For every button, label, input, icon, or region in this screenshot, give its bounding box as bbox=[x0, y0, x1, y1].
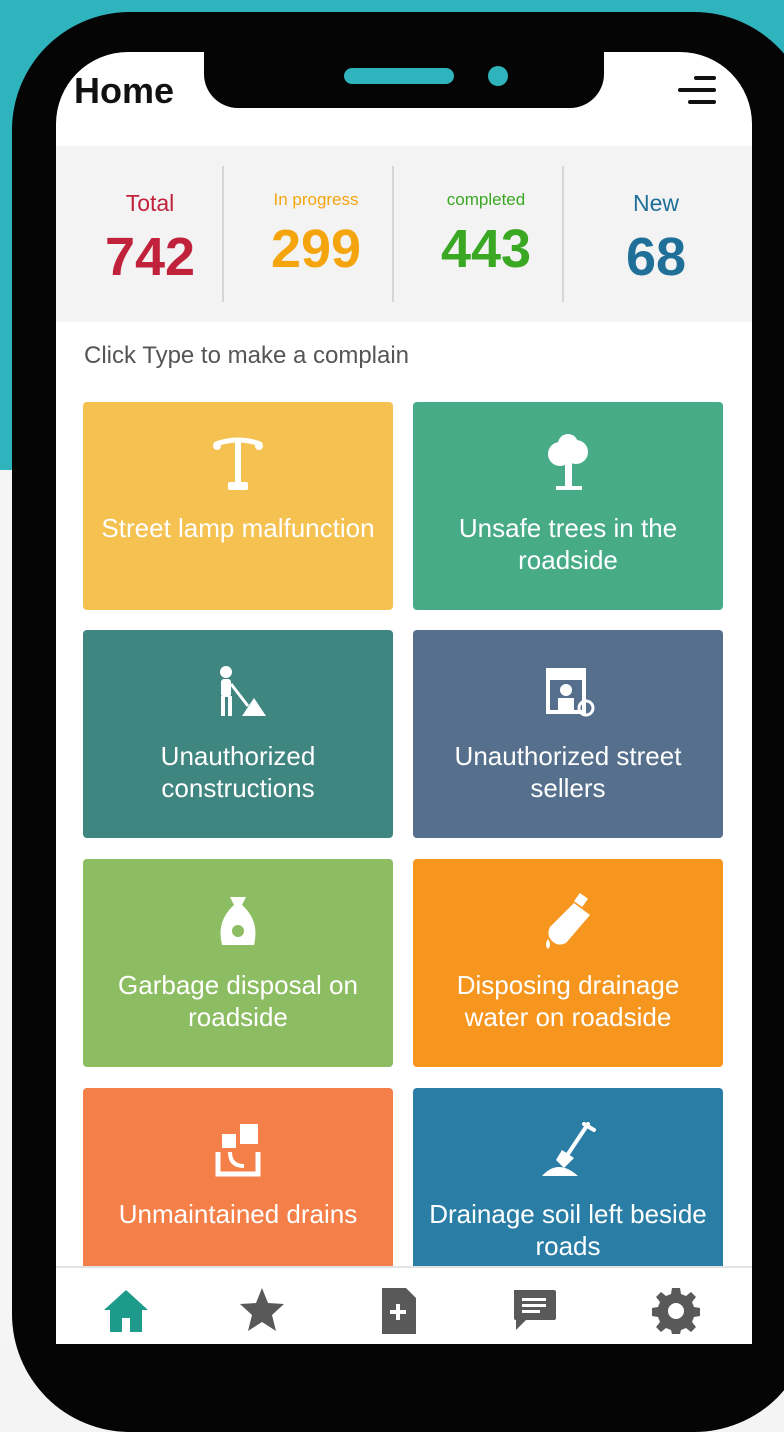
street-seller-icon bbox=[546, 668, 595, 717]
complaint-prompt: Click Type to make a complain bbox=[84, 342, 410, 369]
tile-unsafe-trees[interactable]: Unsafe trees in the roadside bbox=[413, 402, 723, 610]
app-screen: Home Total 742 In progress 299 completed… bbox=[56, 52, 752, 1344]
tile-label: Garbage disposal on roadside bbox=[118, 970, 358, 1032]
tile-label: Unsafe trees in the roadside bbox=[458, 513, 678, 575]
tile-drainage-water[interactable]: Disposing drainage water on roadside bbox=[413, 859, 723, 1067]
tile-drainage-soil[interactable]: Drainage soil left beside roads bbox=[413, 1088, 723, 1296]
stats-panel: Total 742 In progress 299 completed 443 … bbox=[56, 146, 752, 322]
tile-garbage-disposal[interactable]: Garbage disposal on roadside bbox=[83, 859, 393, 1067]
stat-divider bbox=[222, 166, 224, 302]
construction-worker-icon bbox=[220, 666, 266, 716]
street-lamp-icon bbox=[213, 437, 263, 490]
nav-home[interactable] bbox=[96, 1284, 156, 1344]
nav-messages[interactable] bbox=[504, 1284, 564, 1344]
stat-in-progress-value: 299 bbox=[270, 219, 362, 279]
stat-in-progress: In progress 299 bbox=[236, 146, 396, 322]
tile-label: Disposing drainage water on roadside bbox=[456, 970, 680, 1032]
chat-icon bbox=[514, 1290, 556, 1330]
phone-notch bbox=[204, 52, 604, 108]
stat-new: New 68 bbox=[576, 146, 736, 322]
speaker-grille bbox=[344, 68, 454, 84]
front-camera bbox=[488, 66, 508, 86]
bottle-drop-icon bbox=[546, 893, 590, 949]
garbage-bag-icon bbox=[220, 897, 256, 945]
stat-new-label: New bbox=[632, 190, 679, 216]
tile-unauthorized-constructions[interactable]: Unauthorized constructions bbox=[83, 630, 393, 838]
stat-new-value: 68 bbox=[625, 227, 687, 287]
tile-label: Street lamp malfunction bbox=[101, 513, 375, 543]
star-icon bbox=[240, 1288, 284, 1331]
stat-completed-value: 443 bbox=[440, 219, 532, 279]
nav-new-complaint[interactable] bbox=[368, 1284, 428, 1344]
stat-completed: completed 443 bbox=[406, 146, 566, 322]
tile-street-lamp[interactable]: Street lamp malfunction bbox=[83, 402, 393, 610]
tile-label: Unmaintained drains bbox=[118, 1199, 358, 1229]
tile-label: Unauthorized constructions bbox=[160, 741, 316, 803]
nav-settings[interactable] bbox=[646, 1284, 706, 1344]
nav-favorites[interactable] bbox=[232, 1284, 292, 1344]
tile-street-sellers[interactable]: Unauthorized street sellers bbox=[413, 630, 723, 838]
bottom-nav-bar bbox=[56, 1266, 752, 1344]
tree-icon bbox=[548, 434, 588, 490]
add-document-icon bbox=[382, 1288, 416, 1334]
stat-divider bbox=[392, 166, 394, 302]
tile-unmaintained-drains[interactable]: Unmaintained drains bbox=[83, 1088, 393, 1296]
stat-total: Total 742 bbox=[70, 146, 230, 322]
shovel-soil-icon bbox=[542, 1122, 596, 1176]
menu-icon[interactable] bbox=[676, 72, 716, 108]
gear-icon bbox=[652, 1288, 700, 1334]
tile-label: Drainage soil left beside roads bbox=[429, 1199, 707, 1261]
stat-completed-label: completed bbox=[446, 190, 526, 209]
stat-total-value: 742 bbox=[104, 227, 196, 287]
stat-divider bbox=[562, 166, 564, 302]
home-icon bbox=[104, 1290, 148, 1332]
stat-in-progress-label: In progress bbox=[273, 190, 359, 209]
drain-icon bbox=[215, 1124, 261, 1177]
page-title: Home bbox=[74, 70, 175, 111]
tile-label: Unauthorized street sellers bbox=[454, 741, 682, 803]
stat-total-label: Total bbox=[125, 190, 175, 216]
